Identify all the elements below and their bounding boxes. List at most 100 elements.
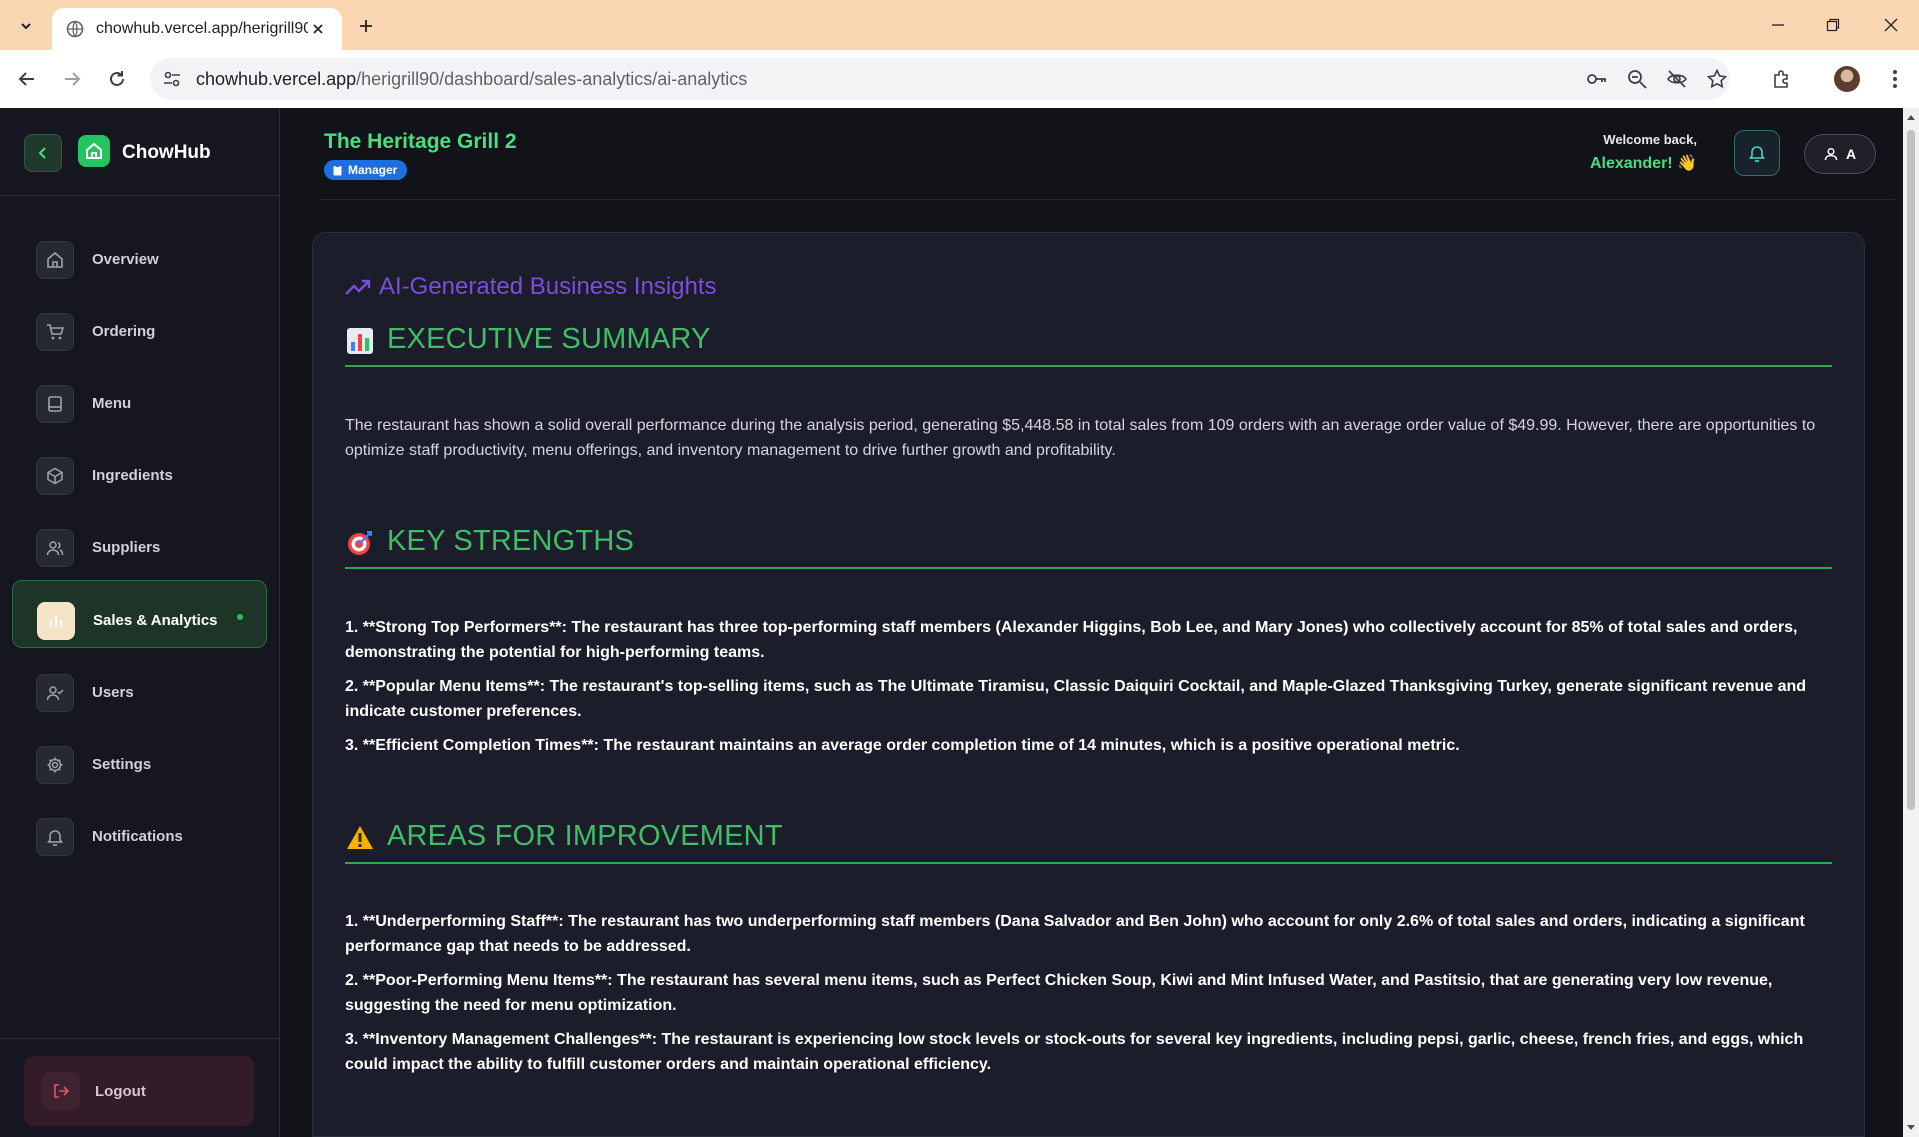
sidebar-item-label: Sales & Analytics	[93, 612, 218, 629]
url-text: chowhub.vercel.app/herigrill90/dashboard…	[196, 69, 747, 90]
sidebar-item-label: Ingredients	[92, 467, 173, 484]
address-bar[interactable]: chowhub.vercel.app/herigrill90/dashboard…	[150, 58, 1730, 100]
scrollbar-thumb[interactable]	[1907, 130, 1915, 810]
section-heading-text: AREAS FOR IMPROVEMENT	[387, 820, 783, 852]
forward-arrow-icon[interactable]	[57, 64, 87, 94]
tab-title: chowhub.vercel.app/herigrill90/	[96, 20, 308, 37]
trending-up-icon	[345, 279, 371, 295]
sidebar-brand: ChowHub	[0, 108, 280, 196]
bell-icon	[1748, 146, 1766, 162]
ai-insights-card: AI-Generated Business Insights EXECUTIVE…	[312, 232, 1865, 1137]
scroll-down-arrow-icon[interactable]	[1906, 1123, 1916, 1133]
close-icon[interactable]	[308, 19, 328, 39]
main-content: The Heritage Grill 2 Manager Welcome bac…	[280, 108, 1903, 1137]
logout-button[interactable]: Logout	[24, 1056, 254, 1126]
user-check-icon	[36, 674, 74, 712]
sidebar-item-label: Overview	[92, 251, 159, 268]
list-item: 3. **Efficient Completion Times**: The r…	[345, 737, 1460, 754]
sidebar-item-ingredients[interactable]: Ingredients	[12, 436, 267, 504]
cart-icon	[36, 313, 74, 351]
list-item: 1. **Strong Top Performers**: The restau…	[345, 619, 1798, 661]
section-heading-text: KEY STRENGTHS	[387, 525, 635, 557]
sidebar: ChowHub Overview Ordering Menu Ingredien…	[0, 108, 280, 1137]
sidebar-item-label: Menu	[92, 395, 132, 412]
back-arrow-icon[interactable]	[12, 64, 42, 94]
kebab-menu-icon[interactable]	[1880, 64, 1910, 94]
header-divider	[320, 199, 1895, 200]
user-menu-button[interactable]: A	[1804, 134, 1876, 174]
logout-icon	[42, 1072, 80, 1110]
warning-emoji-icon	[345, 823, 375, 853]
sidebar-item-label: Users	[92, 684, 134, 701]
key-icon[interactable]	[1586, 68, 1608, 90]
browser-tab-strip: chowhub.vercel.app/herigrill90/	[0, 0, 1919, 50]
chowhub-logo-icon	[78, 135, 110, 167]
url-host: chowhub.vercel.app	[196, 69, 357, 89]
chevron-left-icon	[38, 147, 46, 159]
zoom-out-icon[interactable]	[1626, 68, 1648, 90]
logout-label: Logout	[95, 1083, 146, 1100]
active-indicator-dot	[237, 614, 243, 620]
tab-search-chevron-icon[interactable]	[12, 12, 40, 40]
sidebar-item-overview[interactable]: Overview	[12, 220, 267, 288]
scroll-up-arrow-icon[interactable]	[1906, 112, 1916, 122]
sidebar-item-users[interactable]: Users	[12, 653, 267, 721]
logout-area: Logout	[0, 1038, 280, 1137]
list-item: 2. **Popular Menu Items**: The restauran…	[345, 678, 1807, 720]
url-path: /herigrill90/dashboard/sales-analytics/a…	[356, 69, 748, 89]
section-heading-areas-for-improvement: AREAS FOR IMPROVEMENT	[345, 820, 1832, 864]
sidebar-item-settings[interactable]: Settings	[12, 725, 267, 793]
site-settings-icon[interactable]	[162, 69, 182, 89]
role-badge: Manager	[324, 160, 408, 180]
extensions-puzzle-icon[interactable]	[1767, 64, 1797, 94]
notifications-button[interactable]	[1734, 130, 1780, 176]
section-heading-key-strengths: KEY STRENGTHS	[345, 525, 1832, 569]
user-greeting: Alexander! 👋	[1589, 155, 1697, 172]
reload-icon[interactable]	[102, 64, 132, 94]
gear-icon	[36, 746, 74, 784]
sidebar-item-label: Settings	[92, 756, 152, 773]
star-icon[interactable]	[1706, 68, 1728, 90]
welcome-line: Welcome back,	[1603, 132, 1697, 147]
user-initial: A	[1845, 146, 1857, 162]
browser-tab[interactable]: chowhub.vercel.app/herigrill90/	[52, 8, 342, 50]
eye-off-icon[interactable]	[1666, 68, 1688, 90]
window-close-icon[interactable]	[1876, 10, 1906, 40]
book-icon	[36, 385, 74, 423]
executive-summary-text: The restaurant has shown a solid overall…	[345, 417, 1816, 459]
insights-title: AI-Generated Business Insights	[345, 273, 717, 301]
target-emoji-icon	[345, 528, 375, 558]
restore-icon[interactable]	[1818, 10, 1848, 40]
sidebar-item-notifications[interactable]: Notifications	[12, 797, 267, 865]
sidebar-item-suppliers[interactable]: Suppliers	[12, 508, 267, 576]
restaurant-name: The Heritage Grill 2	[324, 130, 517, 153]
chart-icon	[37, 602, 75, 640]
list-item: 1. **Underperforming Staff**: The restau…	[345, 913, 1805, 955]
sidebar-item-label: Ordering	[92, 323, 156, 340]
minimize-icon[interactable]	[1763, 10, 1793, 40]
insights-title-text: AI-Generated Business Insights	[379, 273, 717, 300]
sidebar-item-menu[interactable]: Menu	[12, 364, 267, 432]
welcome-message: Welcome back, Alexander! 👋	[1590, 132, 1697, 173]
dashboard-header: The Heritage Grill 2 Manager Welcome bac…	[280, 108, 1903, 200]
sidebar-item-sales-analytics[interactable]: Sales & Analytics	[12, 580, 267, 648]
box-icon	[36, 457, 74, 495]
bell-icon	[36, 818, 74, 856]
clipboard-icon	[333, 164, 342, 175]
sidebar-item-ordering[interactable]: Ordering	[12, 292, 267, 360]
sidebar-item-label: Notifications	[92, 828, 183, 845]
collapse-sidebar-button[interactable]	[24, 134, 62, 172]
profile-avatar[interactable]	[1834, 66, 1860, 92]
globe-icon	[66, 20, 84, 38]
list-item: 3. **Inventory Management Challenges**: …	[345, 1031, 1804, 1073]
browser-toolbar: chowhub.vercel.app/herigrill90/dashboard…	[0, 50, 1919, 108]
new-tab-plus-icon[interactable]	[352, 12, 380, 40]
bar-chart-emoji-icon	[345, 326, 375, 356]
home-icon	[36, 241, 74, 279]
page-scrollbar[interactable]	[1903, 108, 1919, 1137]
role-label: Manager	[348, 163, 398, 177]
sidebar-item-label: Suppliers	[92, 539, 161, 556]
users-icon	[36, 529, 74, 567]
list-item: 2. **Poor-Performing Menu Items**: The r…	[345, 972, 1773, 1014]
section-heading-text: EXECUTIVE SUMMARY	[387, 323, 711, 355]
